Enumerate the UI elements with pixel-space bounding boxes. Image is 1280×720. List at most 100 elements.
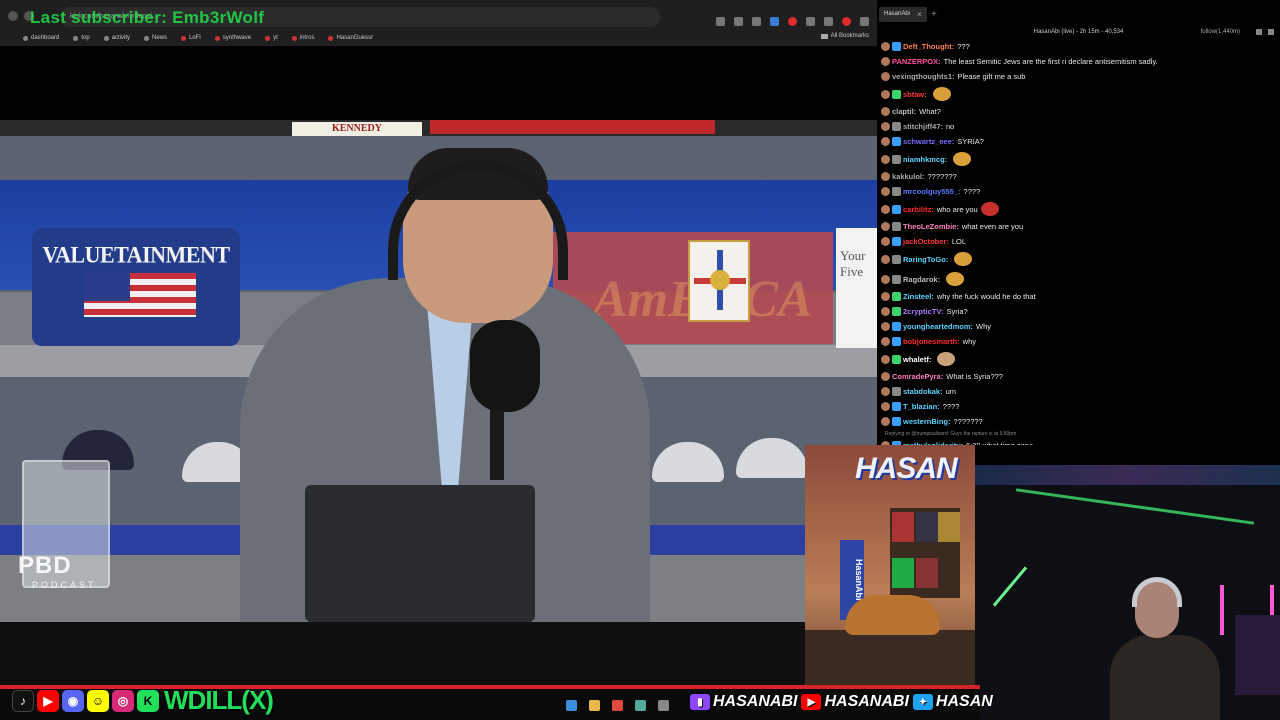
chat-username[interactable]: claptil: — [892, 107, 916, 116]
folder-icon[interactable] — [589, 700, 600, 711]
chat-username[interactable]: PANZERPOX: — [892, 57, 941, 66]
bookmarks-bar: dashboard top activity News LoFi synthwave yt i… — [0, 30, 877, 46]
app-icon[interactable] — [635, 700, 646, 711]
chat-username[interactable]: carbilitz: — [903, 205, 934, 214]
chat-username[interactable]: Zinsteel: — [903, 292, 934, 301]
chat-text: ???? — [963, 187, 981, 196]
sub-badge-icon — [892, 237, 901, 246]
zoom-icon[interactable] — [734, 17, 743, 26]
bookmark-intros[interactable]: intros — [287, 35, 320, 41]
chat-username[interactable]: 2crypticTV: — [903, 307, 943, 316]
chat-message[interactable]: niamhkmcg: — [881, 149, 1277, 169]
bookmark-lofi[interactable]: LoFi — [176, 35, 206, 41]
chat-username[interactable]: schwartz_eee: — [903, 137, 954, 146]
chat-username[interactable]: stabdokak: — [903, 387, 943, 396]
extension-icon[interactable] — [806, 17, 815, 26]
chat-message[interactable]: kakkulol:??????? — [881, 169, 1277, 184]
youtube-icon: ▶ — [37, 689, 59, 712]
chat-message[interactable]: claptil: What? — [881, 104, 1277, 119]
add-tab-icon[interactable]: + — [931, 9, 937, 20]
chat-message[interactable]: Zinsteel: why the fuck would he do that — [881, 289, 1277, 304]
chat-message[interactable]: mrcoolguy555_:???? — [881, 184, 1277, 199]
chat-message[interactable]: RaringToGo: — [881, 249, 1277, 269]
bookmark-top[interactable]: top — [68, 35, 94, 41]
chat-message[interactable]: jackOctober: LOL — [881, 234, 1277, 249]
block-icon[interactable] — [788, 17, 797, 26]
chat-message[interactable]: stabdokak: um — [881, 384, 1277, 399]
extension-icon[interactable] — [770, 17, 779, 26]
bookmark-activity[interactable]: activity — [99, 35, 135, 41]
streamer-body — [1110, 635, 1220, 720]
avatar-icon — [881, 72, 890, 81]
bookmark-news[interactable]: News — [139, 35, 172, 41]
chat-message[interactable]: westernBing:??????? — [881, 414, 1277, 429]
all-bookmarks[interactable]: All Bookmarks — [820, 33, 869, 39]
chat-username[interactable]: bobjonesmarth: — [903, 337, 960, 346]
chat-message[interactable]: ComradePyra: What is Syria??? — [881, 369, 1277, 384]
close-icon[interactable]: × — [917, 9, 922, 20]
chat-message[interactable]: 2crypticTV: Syria? — [881, 304, 1277, 319]
chat-username[interactable]: kakkulol: — [892, 172, 925, 181]
chat-message[interactable]: vexingthoughts1: Please gift me a sub — [881, 69, 1277, 84]
app-icon[interactable] — [658, 700, 669, 711]
chat-username[interactable]: sbtaw: — [903, 90, 927, 99]
sub-badge-icon — [892, 89, 901, 99]
chat-username[interactable]: youngheartedmom: — [903, 322, 973, 331]
social-handles: ♪ ▶ ◉ ☺ ◎ K WDILL(X) — [12, 685, 274, 716]
chat-message[interactable]: sbtaw: — [881, 84, 1277, 104]
chat-username[interactable]: whaletf: — [903, 355, 931, 364]
chat-username[interactable]: mrcoolguy555_: — [903, 187, 961, 196]
chat-username[interactable]: niamhkmcg: — [903, 155, 947, 164]
star-icon[interactable] — [752, 17, 761, 26]
chat-username[interactable]: westernBing: — [903, 417, 951, 426]
back-icon[interactable] — [8, 11, 18, 21]
chat-message[interactable]: TheoLeZombie: what even are you — [881, 219, 1277, 234]
video-player[interactable]: KENNEDY VALUETAINMENT AmErICA Your Five — [0, 120, 877, 622]
chat-message[interactable]: bobjonesmarth: why — [881, 334, 1277, 349]
bookmark-yt[interactable]: yt — [260, 35, 283, 41]
chat-message[interactable]: Ragdarok: — [881, 269, 1277, 289]
cast-icon[interactable] — [716, 17, 725, 26]
sub-badge-icon — [892, 274, 901, 284]
chat-message[interactable]: stitchjiff47: no — [881, 119, 1277, 134]
chat-username[interactable]: Ragdarok: — [903, 275, 940, 284]
kennedy-sign: KENNEDY — [292, 122, 422, 136]
chat-username[interactable]: TheoLeZombie: — [903, 222, 959, 231]
chat-text: What? — [919, 107, 941, 116]
pencil-icon[interactable] — [1256, 29, 1262, 35]
avatar-icon — [881, 387, 890, 396]
chat-message[interactable]: Deft_Thought:??? — [881, 39, 1277, 54]
chat-username[interactable]: RaringToGo: — [903, 255, 948, 264]
chat-username[interactable]: stitchjiff47: — [903, 122, 943, 131]
settings-icon[interactable] — [1268, 29, 1274, 35]
chat-username[interactable]: Deft_Thought: — [903, 42, 954, 51]
chat-message[interactable]: T_blazian:???? — [881, 399, 1277, 414]
chat-message[interactable]: carbilitz: who are you — [881, 199, 1277, 219]
chat-tab-hasanabi[interactable]: HasanAbi × — [879, 7, 927, 22]
bookmark-dashboard[interactable]: dashboard — [18, 35, 64, 41]
sub-badge-icon — [892, 417, 901, 426]
bookmark-synthwave[interactable]: synthwave — [210, 35, 256, 41]
chat-message[interactable]: youngheartedmom: Why — [881, 319, 1277, 334]
bookmark-hasanguessr[interactable]: HasanGuessr — [323, 35, 378, 41]
chat-username[interactable]: jackOctober: — [903, 237, 949, 246]
chat-username[interactable]: T_blazian: — [903, 402, 940, 411]
profile-icon[interactable] — [842, 17, 851, 26]
chat-username[interactable]: methylsolidarity: — [903, 441, 963, 445]
chat-message[interactable]: PANZERPOX: The least Semitic Jews are the… — [881, 54, 1277, 69]
puzzle-icon[interactable] — [824, 17, 833, 26]
chat-username[interactable]: vexingthoughts1: — [892, 72, 955, 81]
follow-button[interactable]: follow(1,440m) — [1201, 25, 1240, 39]
led-strip — [992, 566, 1028, 607]
chat-message[interactable]: schwartz_eee: SYRIA? — [881, 134, 1277, 149]
chat-text: what even are you — [961, 222, 1024, 231]
browser-icon[interactable] — [612, 700, 623, 711]
avatar-icon — [881, 337, 890, 346]
chat-username[interactable]: ComradePyra: — [892, 372, 943, 381]
chat-message[interactable]: whaletf: — [881, 349, 1277, 369]
windows-icon[interactable] — [566, 700, 577, 711]
menu-icon[interactable] — [860, 17, 869, 26]
bookmark-icon — [214, 35, 220, 41]
chat-message[interactable]: methylsolidarity:6:39 what time zone — [881, 438, 1277, 445]
sub-badge-icon — [892, 441, 901, 445]
